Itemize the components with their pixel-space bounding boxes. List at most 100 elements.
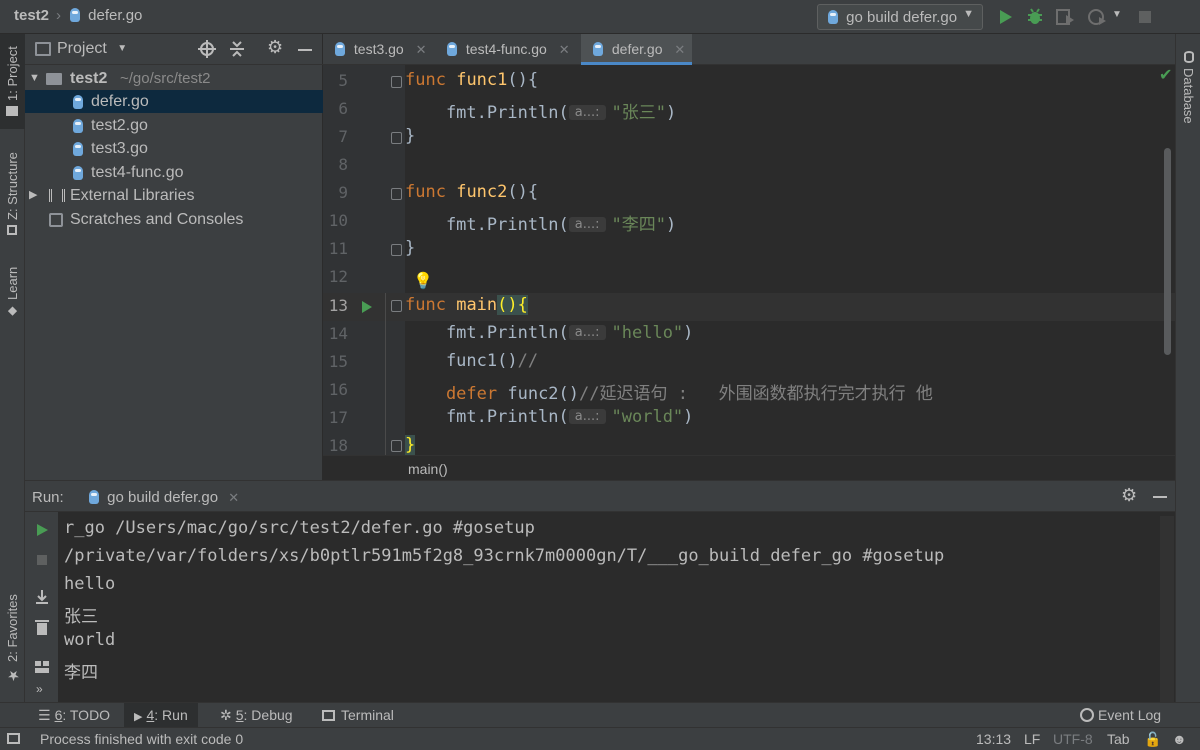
indent-setting[interactable]: Tab [1107,731,1130,747]
tool-tab-terminal[interactable]: Terminal [312,703,404,728]
breadcrumb-project[interactable]: test2 [14,7,49,24]
breadcrumb-function[interactable]: main() [408,461,448,477]
breadcrumb-file[interactable]: defer.go [70,7,142,24]
stop-icon[interactable] [1134,6,1156,28]
go-file-icon [593,42,603,56]
close-icon[interactable]: ✕ [228,490,239,505]
tree-root-folder[interactable]: ▼ test2 ~/go/src/test2 [25,67,323,90]
fold-marker-icon[interactable] [391,300,402,312]
tab-test3[interactable]: test3.go ✕ [323,34,435,65]
parameter-hint: a...: [568,409,606,424]
caret-position[interactable]: 13:13 [976,731,1011,747]
project-view-icon [35,42,51,56]
console-output[interactable]: r_go /Users/mac/go/src/test2/defer.go #g… [58,512,1175,702]
layout-icon[interactable] [33,658,51,676]
tab-defer[interactable]: defer.go ✕ [581,34,692,65]
tab-structure[interactable]: Z: Structure [0,144,25,244]
trash-icon[interactable] [33,618,51,636]
close-icon[interactable]: ✕ [674,42,685,57]
string-literal: "world" [611,407,684,427]
code-line-current: func main(){ [405,295,528,315]
more-run-options-chevron-icon[interactable]: ▼ [1112,9,1122,20]
tab-test4-func[interactable]: test4-func.go ✕ [435,34,580,65]
chevron-down-icon: ▼ [963,8,974,20]
close-icon[interactable]: ✕ [416,42,427,57]
go-file-icon [447,42,457,56]
fold-marker-icon[interactable] [391,76,402,88]
tree-file-test2[interactable]: test2.go [25,114,323,137]
run-configuration-select[interactable]: go build defer.go ▼ [817,4,983,30]
go-file-icon [89,490,99,504]
tree-file-defer[interactable]: defer.go [25,90,323,113]
lightbulb-icon[interactable]: 💡 [413,271,433,291]
project-view-selector[interactable]: Project ▼ [57,40,127,58]
editor-scrollbar[interactable] [1164,148,1171,355]
stop-icon[interactable] [34,552,50,568]
minimize-icon[interactable] [298,49,312,51]
code-text: fmt.Println( [405,407,569,427]
run-panel-title: Run: [32,489,64,506]
tab-favorites[interactable]: ★ 2: Favorites [0,589,25,689]
run-gutter-icon[interactable] [360,299,374,315]
fold-marker-icon[interactable] [391,132,402,144]
gear-icon[interactable]: ⚙ [267,37,283,58]
line-number: 14 [328,324,348,343]
file-label: test2.go [91,117,148,134]
parameter-hint: a...: [568,325,606,340]
tab-database-label: Database [1181,68,1196,124]
fold-marker-icon[interactable] [391,440,402,452]
tool-tab-todo[interactable]: ☰ 6: TODO [28,703,120,728]
tab-project[interactable]: 1: Project [0,34,25,129]
minimize-icon[interactable] [1153,496,1167,498]
parameter-hint: a...: [568,217,606,232]
collapse-all-icon[interactable] [228,40,246,58]
run-with-coverage-icon[interactable] [1054,6,1076,28]
chevron-right-icon: ▶ [29,189,38,201]
event-log-button[interactable]: Event Log [1070,703,1171,728]
tree-file-test4-func[interactable]: test4-func.go [25,161,323,184]
line-number: 12 [328,267,348,286]
fold-marker-icon[interactable] [391,244,402,256]
locate-file-icon[interactable] [198,40,216,58]
rerun-icon[interactable] [34,522,50,538]
fold-marker-icon[interactable] [391,188,402,200]
line-number: 15 [328,352,348,371]
lock-icon[interactable]: 🔓 [1144,731,1161,748]
notifications-icon[interactable]: ☻ [1172,731,1187,747]
code-text: func2() [497,384,580,404]
run-tab[interactable]: go build defer.go ✕ [89,489,239,506]
go-file-icon [73,142,83,156]
tree-external-libraries[interactable]: ▶ External Libraries [25,184,323,207]
toggle-tool-windows-icon[interactable] [7,733,20,744]
code-editor[interactable]: 5 6 7 8 9 10 11 12 13 14 15 16 17 18 💡 ✔… [323,65,1175,455]
string-literal: "张三" [611,103,666,123]
tool-tab-debug[interactable]: ✲ 5: Debug [210,703,303,728]
debug-icon[interactable] [1024,6,1046,28]
project-view-label: Project [57,40,107,57]
line-number: 18 [328,436,348,455]
tab-database[interactable]: Database [1176,40,1200,135]
debug-icon: ✲ [220,707,232,723]
external-libraries-label: External Libraries [70,187,195,204]
string-literal: "hello" [611,323,684,343]
tool-tab-run[interactable]: ▶ 4: Run [124,703,198,728]
tree-scratches[interactable]: Scratches and Consoles [25,208,323,231]
run-configuration-label: go build defer.go [846,9,958,26]
run-icon[interactable] [994,6,1016,28]
tab-learn[interactable]: ◆ Learn [0,262,25,324]
gear-icon[interactable]: ⚙ [1121,485,1137,506]
more-actions-icon[interactable]: » [36,682,43,696]
console-scrollbar-track[interactable] [1160,516,1174,702]
scroll-to-end-icon[interactable] [33,588,51,606]
code-text: ) [666,215,677,235]
right-tool-strip: Database [1175,34,1200,702]
line-separator[interactable]: LF [1024,731,1040,747]
status-message[interactable]: Process finished with exit code 0 [40,731,243,747]
close-icon[interactable]: ✕ [559,42,570,57]
scratches-icon [49,213,63,227]
line-number: 17 [328,408,348,427]
profile-icon[interactable] [1086,6,1108,28]
tree-file-test3[interactable]: test3.go [25,137,323,160]
tab-label: test4-func.go [465,41,547,57]
file-encoding[interactable]: UTF-8 [1053,731,1093,747]
